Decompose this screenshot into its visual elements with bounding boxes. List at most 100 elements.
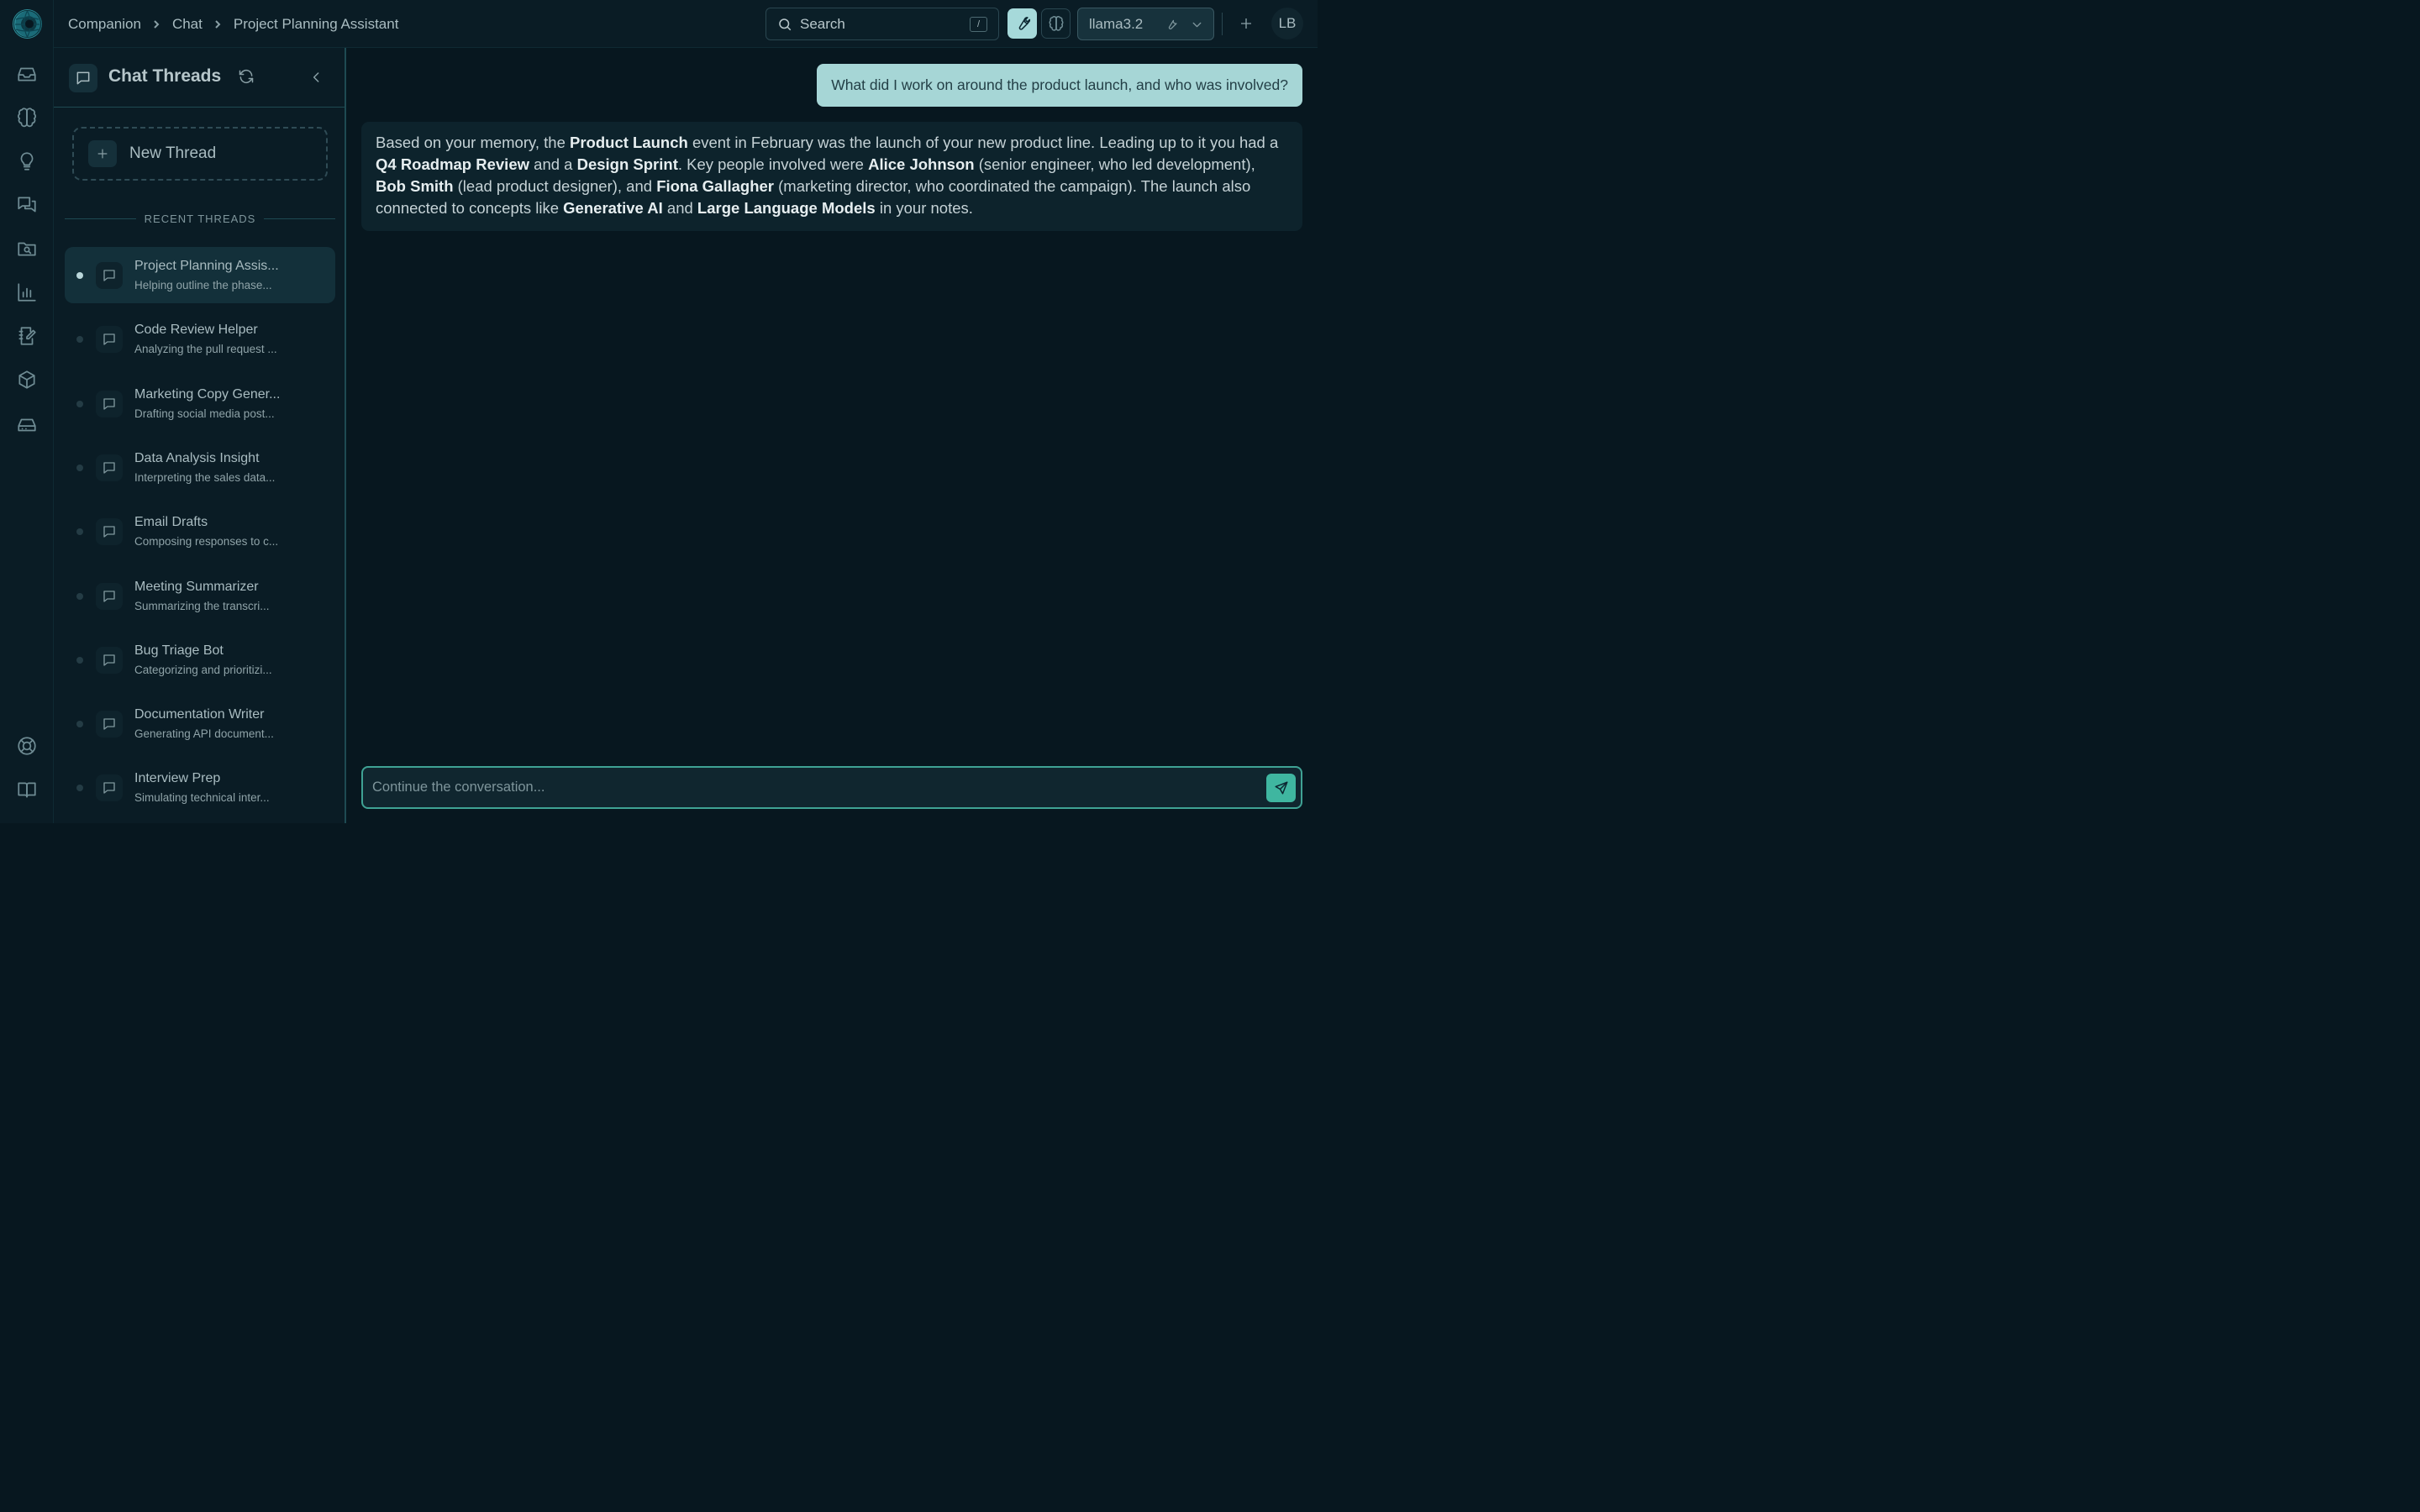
thread-item[interactable]: Documentation Writer Generating API docum… — [65, 696, 335, 752]
breadcrumb: Companion Chat Project Planning Assistan… — [68, 0, 398, 48]
book-icon[interactable] — [14, 777, 39, 802]
message-text: . Key people involved were — [677, 155, 869, 173]
thread-item[interactable]: Email Drafts Composing responses to c... — [65, 503, 335, 559]
status-dot — [76, 528, 83, 536]
status-dot — [76, 656, 83, 664]
threads-title: Chat Threads — [108, 66, 222, 86]
thread-subtitle: Analyzing the pull request ... — [134, 343, 277, 356]
chat-bubble-icon — [96, 326, 123, 354]
new-chat-button[interactable] — [1236, 12, 1256, 35]
search-placeholder: Search — [800, 15, 845, 32]
chat-bubble-icon — [96, 518, 123, 546]
highlighted-entity: Alice Johnson — [868, 155, 975, 173]
search-icon — [779, 18, 792, 30]
avatar[interactable]: LB — [1271, 8, 1303, 39]
wrench-icon — [1018, 17, 1030, 30]
thread-subtitle: Categorizing and prioritizi... — [134, 663, 272, 676]
thread-subtitle: Composing responses to c... — [134, 535, 279, 549]
bar-chart-icon[interactable] — [14, 280, 39, 305]
chat-bubble-icon — [96, 582, 123, 610]
thread-subtitle: Helping outline the phase... — [134, 279, 272, 291]
thread-item[interactable]: Bug Triage Bot Categorizing and prioritiz… — [65, 632, 335, 688]
brain-icon[interactable] — [14, 105, 39, 130]
chat-bubble-icon — [96, 262, 123, 289]
thread-subtitle: Simulating technical inter... — [134, 791, 270, 805]
help-lifebuoy-icon[interactable] — [14, 733, 39, 759]
package-icon[interactable] — [14, 367, 39, 392]
app-window: Companion Chat Project Planning Assistan… — [0, 0, 1318, 823]
inbox-icon[interactable] — [14, 61, 39, 87]
highlighted-entity: Design Sprint — [576, 155, 678, 173]
memory-button[interactable] — [1041, 8, 1071, 39]
wrench-icon — [1165, 17, 1179, 35]
new-thread-label: New Thread — [129, 144, 217, 162]
thread-item[interactable]: Marketing Copy Gener... Drafting social m… — [65, 375, 335, 432]
chat-bubble-icon — [96, 774, 123, 802]
app-logo[interactable] — [13, 9, 42, 39]
thread-title: Code Review Helper — [134, 323, 258, 338]
thread-item[interactable]: Code Review Helper Analyzing the pull req… — [65, 311, 335, 367]
plus-icon — [1241, 18, 1251, 29]
lightbulb-icon[interactable] — [14, 149, 39, 174]
chat-bubble-icon — [96, 454, 123, 481]
breadcrumb-current: Project Planning Assistant — [233, 15, 399, 32]
send-button[interactable] — [1266, 774, 1296, 802]
thread-title: Interview Prep — [134, 771, 221, 786]
breadcrumb-companion[interactable]: Companion — [68, 16, 141, 33]
toolbar-divider — [1222, 13, 1223, 35]
message-text: Based on your memory, the — [376, 134, 571, 151]
chevron-down-icon — [1190, 18, 1204, 36]
highlighted-entity: Large Language Models — [697, 199, 876, 217]
highlighted-entity: Fiona Gallagher — [656, 177, 774, 195]
chats-icon[interactable] — [14, 192, 39, 218]
plus-icon — [88, 140, 117, 167]
thread-item[interactable]: Project Planning Assis... Helping outline… — [65, 247, 335, 303]
status-dot — [76, 785, 83, 792]
thread-subtitle: Generating API document... — [134, 727, 274, 741]
new-thread-button[interactable]: New Thread — [72, 127, 328, 181]
search-shortcut: / — [970, 17, 987, 32]
highlighted-entity: Generative AI — [563, 199, 663, 217]
message-input[interactable] — [372, 780, 1246, 795]
thread-title: Documentation Writer — [134, 707, 265, 722]
thread-title: Bug Triage Bot — [134, 643, 224, 658]
thread-title: Data Analysis Insight — [134, 450, 260, 465]
divider-line — [264, 218, 335, 219]
search-input[interactable]: Search / — [765, 8, 999, 40]
model-select[interactable]: llama3.2 — [1077, 8, 1214, 40]
thread-subtitle: Summarizing the transcri... — [134, 599, 270, 612]
brain-icon — [1048, 16, 1064, 31]
tools-button[interactable] — [1007, 8, 1037, 39]
drive-icon[interactable] — [14, 412, 39, 438]
chat-bubble-icon — [69, 64, 97, 92]
send-icon — [1275, 781, 1287, 795]
chat-bubble-icon — [96, 390, 123, 417]
chat-bubble-icon — [96, 646, 123, 674]
divider-line — [65, 218, 136, 219]
highlighted-entity: Bob Smith — [376, 177, 454, 195]
recent-threads-heading: RECENT THREADS — [65, 210, 335, 227]
threads-panel: Chat Threads New Thread RECENT THREADS P… — [54, 48, 346, 823]
user-message: What did I work on around the product la… — [817, 64, 1302, 107]
notebook-edit-icon[interactable] — [14, 323, 39, 349]
chat-bubble-icon — [96, 711, 123, 738]
thread-title: Meeting Summarizer — [134, 579, 259, 594]
status-dot — [76, 272, 83, 279]
refresh-icon[interactable] — [238, 68, 256, 87]
thread-item[interactable]: Interview Prep Simulating technical inter… — [65, 759, 335, 816]
threads-header: Chat Threads — [54, 48, 345, 108]
chevron-right-icon — [141, 19, 172, 29]
left-rail — [0, 0, 54, 823]
breadcrumb-chat[interactable]: Chat — [172, 16, 203, 33]
folder-search-icon[interactable] — [14, 236, 39, 261]
recent-threads-label: RECENT THREADS — [144, 212, 256, 225]
thread-title: Marketing Copy Gener... — [134, 386, 281, 402]
thread-item[interactable]: Data Analysis Insight Interpreting the sa… — [65, 439, 335, 496]
status-dot — [76, 721, 83, 728]
chevron-right-icon — [203, 19, 234, 29]
thread-title: Project Planning Assis... — [134, 259, 279, 273]
thread-item[interactable]: Meeting Summarizer Summarizing the transc… — [65, 568, 335, 624]
message-text: (lead product designer), and — [453, 177, 657, 195]
chat-area: What did I work on around the product la… — [346, 48, 1318, 823]
collapse-panel-icon[interactable] — [308, 69, 325, 86]
